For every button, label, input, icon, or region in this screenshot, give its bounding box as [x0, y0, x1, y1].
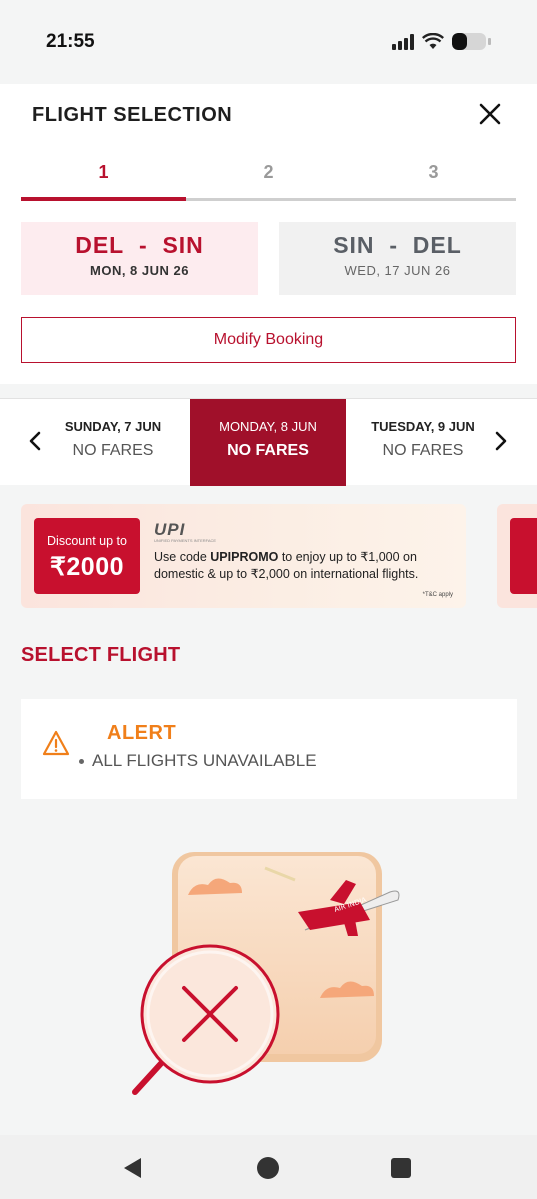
- step-3[interactable]: 3: [351, 162, 516, 183]
- page-title: FLIGHT SELECTION: [32, 104, 233, 126]
- route-card-return[interactable]: SIN - DEL WED, 17 JUN 26: [279, 222, 516, 295]
- route-separator: -: [389, 232, 398, 258]
- next-promo-banner[interactable]: [497, 504, 537, 608]
- alert-box: ALERT ALL FLIGHTS UNAVAILABLE: [21, 699, 517, 799]
- recents-icon[interactable]: [388, 1155, 414, 1181]
- status-time: 21:55: [46, 31, 95, 52]
- route-date: MON, 8 JUN 26: [90, 263, 189, 278]
- promo-code: UPIPROMO: [210, 550, 279, 564]
- flight-selection-sheet: FLIGHT SELECTION 1 2 3 DEL - SIN MON, 8 …: [0, 84, 537, 384]
- route-to: SIN: [162, 232, 204, 258]
- route-from: DEL: [75, 232, 125, 258]
- route-label: DEL - SIN: [21, 232, 258, 259]
- back-icon[interactable]: [120, 1155, 146, 1181]
- step-1[interactable]: 1: [21, 162, 186, 183]
- date-strip: SUNDAY, 7 JUN NO FARES MONDAY, 8 JUN NO …: [0, 398, 537, 486]
- date-day: MONDAY, 8 JUN: [219, 419, 317, 434]
- date-day: SUNDAY, 7 JUN: [64, 419, 162, 434]
- step-2[interactable]: 2: [186, 162, 351, 183]
- discount-badge: Discount up to ₹2000: [34, 518, 140, 594]
- date-fare: NO FARES: [227, 442, 309, 459]
- system-nav-bar: [0, 1135, 537, 1199]
- route-date: WED, 17 JUN 26: [344, 263, 451, 278]
- route-to: DEL: [412, 232, 462, 258]
- no-flights-illustration: AIR INDIA: [132, 852, 400, 1095]
- date-option-tuesday[interactable]: TUESDAY, 9 JUN NO FARES: [346, 399, 500, 486]
- promo-text-start: Use code: [154, 550, 211, 564]
- date-option-monday[interactable]: MONDAY, 8 JUN NO FARES: [190, 399, 346, 486]
- date-fare: NO FARES: [72, 442, 154, 459]
- alert-title: ALERT: [107, 722, 177, 744]
- promo-terms: *T&C apply: [422, 592, 453, 598]
- alert-item: ALL FLIGHTS UNAVAILABLE: [79, 751, 317, 771]
- discount-label: Discount up to: [47, 534, 127, 548]
- promo-text: Use code UPIPROMO to enjoy up to ₹1,000 …: [154, 549, 454, 583]
- wifi-icon: [422, 33, 444, 49]
- status-bar: 21:55: [0, 0, 537, 84]
- select-flight-title: SELECT FLIGHT: [21, 644, 181, 666]
- upi-logo-subtitle: UNIFIED PAYMENTS INTERFACE: [154, 538, 217, 543]
- date-day: TUESDAY, 9 JUN: [371, 419, 475, 434]
- modify-booking-button[interactable]: Modify Booking: [21, 317, 516, 363]
- upi-logo: UPI: [154, 520, 186, 539]
- route-card-outbound[interactable]: DEL - SIN MON, 8 JUN 26: [21, 222, 258, 295]
- chevron-right-icon[interactable]: [488, 429, 512, 453]
- status-icons: [392, 33, 491, 50]
- route-separator: -: [138, 232, 148, 258]
- step-progress: [21, 197, 186, 201]
- step-indicator: 1 2 3: [21, 162, 516, 202]
- warning-icon: [42, 730, 70, 756]
- discount-amount: ₹2000: [49, 553, 125, 581]
- alert-item-text: ALL FLIGHTS UNAVAILABLE: [92, 751, 317, 770]
- close-icon: [479, 103, 501, 125]
- signal-icon: [392, 33, 414, 50]
- route-label: SIN - DEL: [279, 232, 516, 259]
- close-button[interactable]: [474, 98, 506, 130]
- promo-banner[interactable]: Discount up to ₹2000 UPI UNIFIED PAYMENT…: [21, 504, 466, 608]
- date-option-sunday[interactable]: SUNDAY, 7 JUN NO FARES: [36, 399, 190, 486]
- date-fare: NO FARES: [382, 442, 464, 459]
- battery-icon: [452, 33, 486, 50]
- route-from: SIN: [333, 232, 375, 258]
- home-icon[interactable]: [255, 1155, 281, 1181]
